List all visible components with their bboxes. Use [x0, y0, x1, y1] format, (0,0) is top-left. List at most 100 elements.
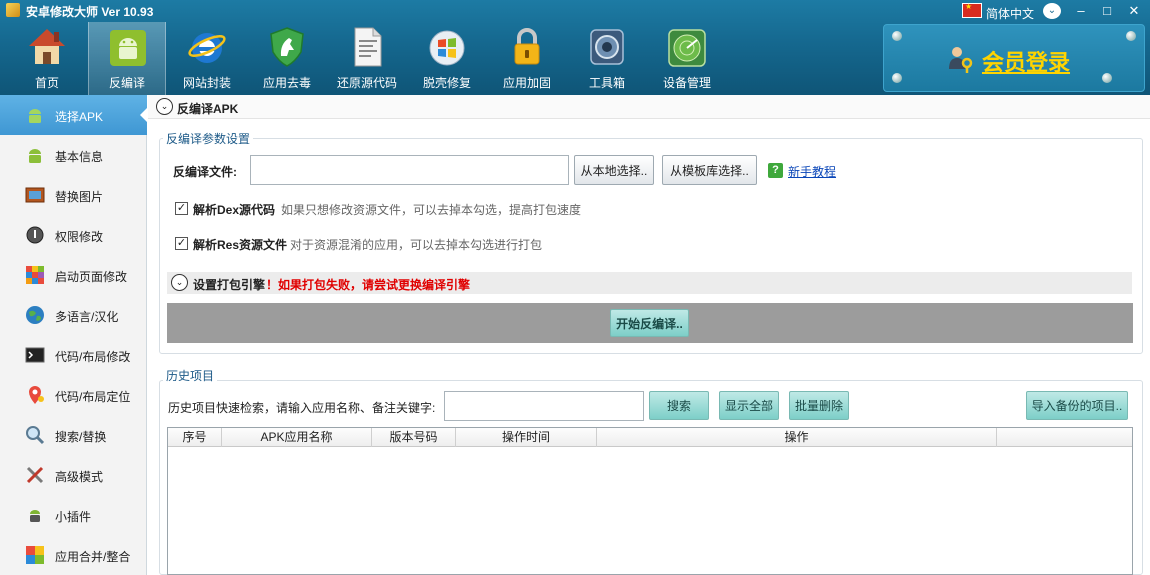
engine-label: 设置打包引擎 [193, 278, 266, 292]
lock-icon [514, 28, 540, 65]
search-button[interactable]: 搜索 [649, 391, 709, 420]
engine-warning: ！如果打包失败，请尝试更换编译引擎 [266, 278, 471, 292]
res-hint: 对于资源混淆的应用，可以去掉本勾选进行打包 [290, 238, 543, 252]
app-logo-icon [6, 3, 20, 17]
column-header[interactable]: 操作时间 [456, 428, 597, 447]
permission-icon [26, 226, 44, 244]
browser-e-icon [188, 33, 226, 63]
column-header[interactable]: 操作 [597, 428, 997, 447]
decompile-file-input[interactable] [250, 155, 569, 185]
sidebar-item-advanced[interactable]: 高级模式 [0, 455, 147, 495]
sidebar-item-label: 高级模式 [55, 470, 104, 484]
start-decompile-button[interactable]: 开始反编译.. [610, 309, 689, 337]
sidebar-item-label: 多语言/汉化 [55, 310, 119, 324]
section-header: ⌄ 反编译APK [148, 95, 1150, 119]
toolbar-unpack-repair[interactable]: 脱壳修复 [408, 22, 486, 95]
toolbar-label: 反编译 [108, 76, 145, 90]
document-icon [354, 27, 382, 67]
dex-hint: 如果只想修改资源文件，可以去掉本勾选，提高打包速度 [281, 203, 582, 217]
top-bar: 安卓修改大师 Ver 10.93 简体中文 ⌄ – □ ✕ 首页 [0, 0, 1150, 95]
sidebar-item-label: 替换图片 [55, 190, 104, 204]
sidebar-item-code-locate[interactable]: 代码/布局定位 [0, 375, 147, 415]
history-table: 序号 APK应用名称 版本号码 操作时间 操作 [167, 427, 1133, 575]
android-icon [29, 109, 41, 123]
home-icon [29, 29, 65, 64]
member-panel: 会员登录 [883, 24, 1145, 92]
column-header[interactable]: 序号 [168, 428, 222, 447]
column-header-empty [997, 428, 1132, 447]
close-button[interactable]: ✕ [1124, 2, 1144, 20]
sidebar-item-label: 搜索/替换 [55, 430, 107, 444]
show-all-button[interactable]: 显示全部 [719, 391, 779, 420]
select-local-button[interactable]: 从本地选择.. [574, 155, 654, 185]
batch-delete-button[interactable]: 批量删除 [789, 391, 849, 420]
toolbar-antivirus[interactable]: 应用去毒 [248, 22, 326, 95]
toolbar-restore-source[interactable]: 还原源代码 [328, 22, 406, 95]
tutorial-link[interactable]: 新手教程 [788, 163, 836, 180]
windows-orb-icon [429, 30, 465, 66]
minimize-button[interactable]: – [1071, 2, 1091, 20]
toolbar-label: 脱壳修复 [422, 76, 471, 90]
globe-icon [26, 306, 44, 324]
dex-checkbox[interactable]: ✓ [175, 202, 188, 215]
merge-icon [26, 546, 44, 564]
member-login-link[interactable]: 会员登录 [982, 45, 1070, 77]
sidebar-item-search-replace[interactable]: 搜索/替换 [0, 415, 147, 455]
china-flag-icon [962, 2, 982, 18]
res-label: 解析Res资源文件 [193, 238, 288, 252]
sidebar-item-localization[interactable]: 多语言/汉化 [0, 295, 147, 335]
chevron-down-icon[interactable]: ⌄ [171, 274, 188, 291]
toolbar-home[interactable]: 首页 [8, 22, 86, 95]
sidebar-item-launch-page[interactable]: 启动页面修改 [0, 255, 147, 295]
toolbar-toolbox[interactable]: 工具箱 [568, 22, 646, 95]
toolbar-decompile[interactable]: 反编译 [88, 22, 166, 95]
toolbar-label: 应用去毒 [262, 76, 311, 90]
sidebar-item-label: 代码/布局修改 [55, 350, 131, 364]
toolbox-icon [590, 29, 624, 65]
toolbar-label: 还原源代码 [336, 76, 397, 90]
sidebar-item-label: 代码/布局定位 [55, 390, 131, 404]
sidebar-item-permission[interactable]: 权限修改 [0, 215, 147, 255]
sidebar-item-label: 权限修改 [55, 230, 104, 244]
plugin-icon [30, 510, 40, 522]
sidebar-item-plugin[interactable]: 小插件 [0, 495, 147, 535]
android-icon [110, 30, 146, 66]
import-backup-button[interactable]: 导入备份的项目.. [1026, 391, 1128, 420]
toolbar-app-harden[interactable]: 应用加固 [488, 22, 566, 95]
sidebar-item-replace-image[interactable]: 替换图片 [0, 175, 147, 215]
rivet [892, 73, 902, 83]
terminal-icon [25, 347, 45, 363]
column-header[interactable]: 版本号码 [372, 428, 456, 447]
android-info-icon [29, 149, 41, 163]
radar-icon [668, 29, 706, 67]
toolbar-device-manager[interactable]: 设备管理 [648, 22, 726, 95]
map-pin-icon [29, 386, 44, 404]
engine-bar: ⌄ 设置打包引擎 ！如果打包失败，请尝试更换编译引擎 [167, 272, 1132, 294]
maximize-button[interactable]: □ [1097, 2, 1117, 20]
shield-horse-icon [270, 27, 304, 67]
history-search-input[interactable] [444, 391, 644, 421]
title-bar: 安卓修改大师 Ver 10.93 简体中文 ⌄ – □ ✕ [0, 0, 1150, 22]
language-label[interactable]: 简体中文 [986, 5, 1034, 22]
sidebar-item-basic-info[interactable]: 基本信息 [0, 135, 147, 175]
res-checkbox[interactable]: ✓ [175, 237, 188, 250]
picture-icon [25, 187, 45, 203]
main-toolbar: 首页 反编译 网站封装 应用去毒 还原源代码 脱壳修复 应用加固 工具箱 设备管… [0, 22, 880, 95]
toolbar-label: 网站封装 [182, 76, 231, 90]
sidebar-item-label: 选择APK [55, 110, 104, 124]
launch-page-icon [26, 266, 44, 284]
sidebar-item-merge[interactable]: 应用合并/整合 [0, 535, 147, 575]
chevron-down-icon[interactable]: ⌄ [156, 98, 173, 115]
sidebar-item-label: 小插件 [55, 510, 92, 524]
start-action-band: 开始反编译.. [167, 303, 1133, 343]
select-template-button[interactable]: 从模板库选择.. [662, 155, 757, 185]
column-header[interactable]: APK应用名称 [222, 428, 372, 447]
sidebar-item-code-edit[interactable]: 代码/布局修改 [0, 335, 147, 375]
toolbar-label: 工具箱 [588, 76, 625, 90]
chevron-down-icon[interactable]: ⌄ [1043, 3, 1061, 19]
sidebar-item-select-apk[interactable]: 选择APK [0, 95, 148, 135]
toolbar-web-wrap[interactable]: 网站封装 [168, 22, 246, 95]
table-header: 序号 APK应用名称 版本号码 操作时间 操作 [168, 428, 1132, 447]
tools-icon [26, 466, 44, 484]
app-title: 安卓修改大师 Ver 10.93 [26, 5, 154, 19]
